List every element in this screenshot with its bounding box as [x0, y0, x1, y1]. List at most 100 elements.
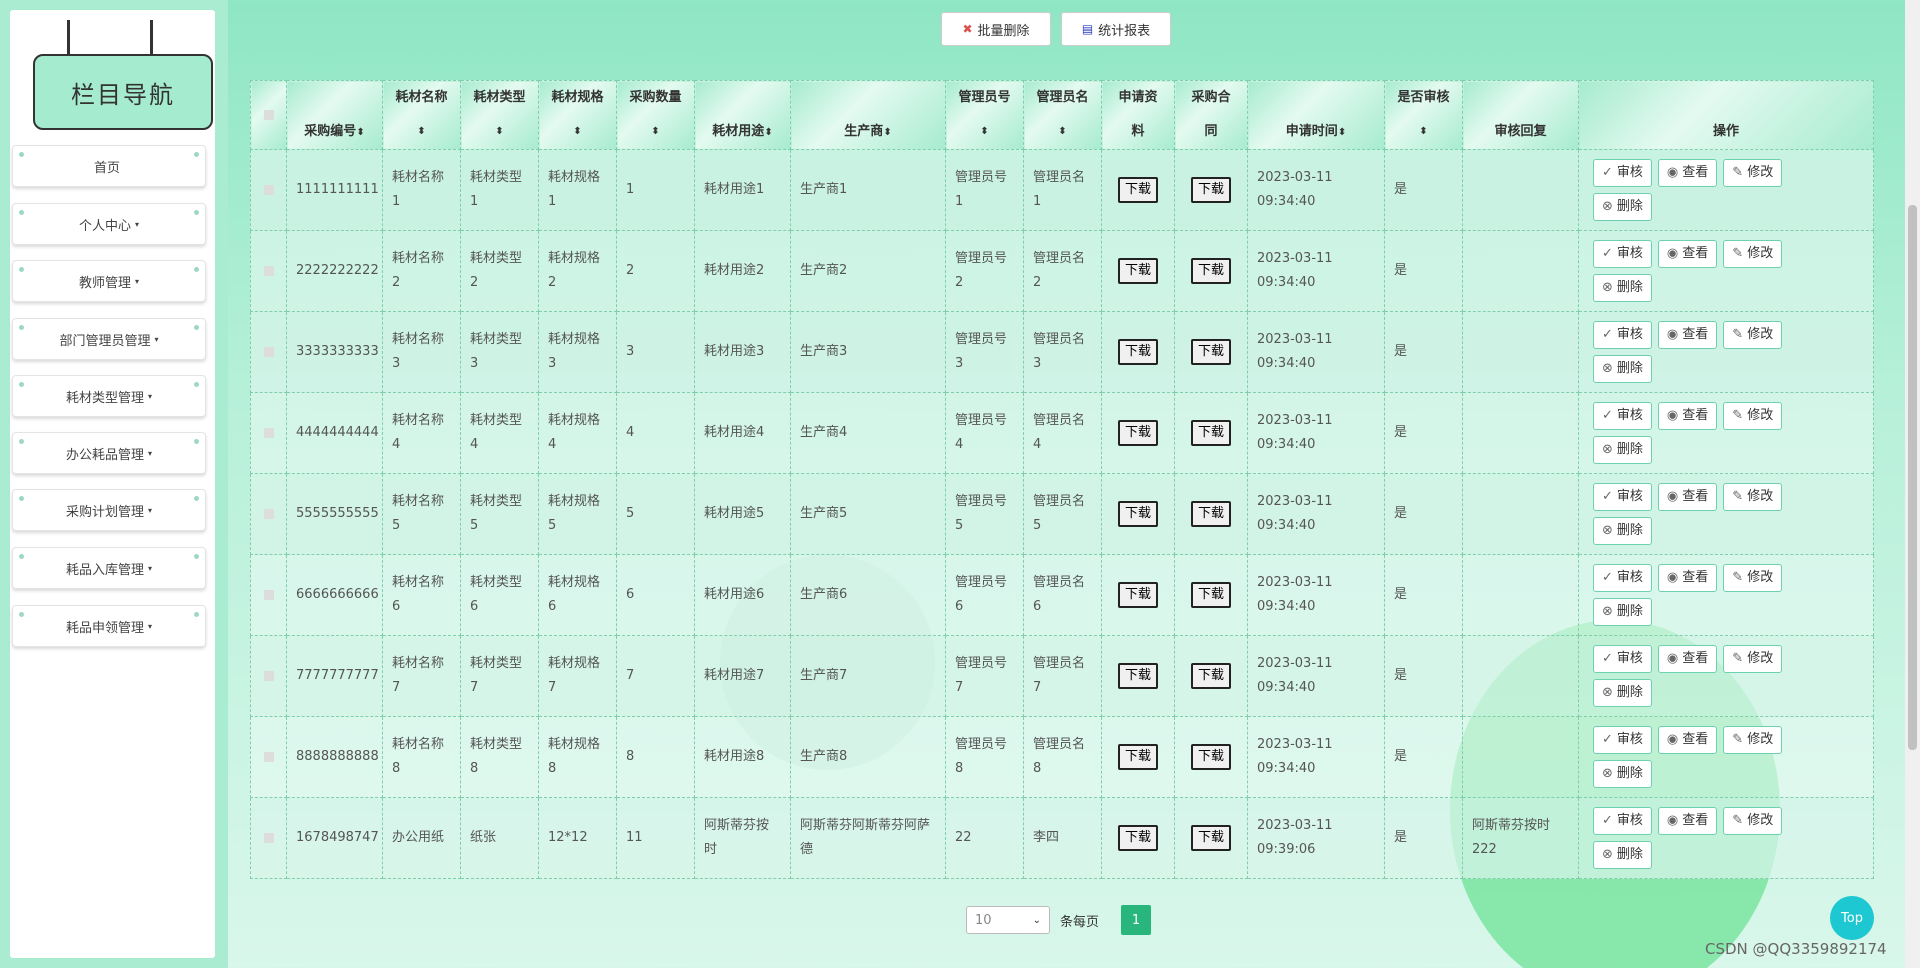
row-checkbox[interactable] [250, 554, 287, 636]
column-header-admin-name[interactable]: 管理员名 ⬍ [1023, 80, 1102, 150]
edit-button[interactable]: ✎ 修改 [1723, 240, 1783, 268]
audit-button[interactable]: ✓ 审核 [1593, 483, 1652, 511]
delete-button[interactable]: ⊗ 删除 [1593, 274, 1652, 302]
column-header-type[interactable]: 耗材类型 ⬍ [460, 80, 539, 150]
delete-button[interactable]: ⊗ 删除 [1593, 760, 1652, 788]
view-button[interactable]: ◉ 查看 [1657, 159, 1718, 187]
download-contract-button[interactable]: 下载 [1190, 582, 1231, 608]
download-contract-button[interactable]: 下载 [1190, 258, 1231, 284]
view-button[interactable]: ◉ 查看 [1657, 645, 1718, 673]
sort-icon[interactable]: ⬍ [470, 115, 529, 149]
audit-button[interactable]: ✓ 审核 [1593, 321, 1652, 349]
sidebar-item-purchase-plan-mgmt[interactable]: 采购计划管理 ▾ [12, 489, 206, 531]
sidebar-item-home[interactable]: 首页 [12, 145, 206, 187]
audit-button[interactable]: ✓ 审核 [1593, 564, 1652, 592]
download-contract-button[interactable]: 下载 [1190, 177, 1231, 203]
download-contract-button[interactable]: 下载 [1190, 420, 1231, 446]
download-application-button[interactable]: 下载 [1117, 582, 1158, 608]
download-application-button[interactable]: 下载 [1117, 663, 1158, 689]
back-to-top-button[interactable]: Top [1830, 896, 1874, 940]
sidebar-item-requisition-mgmt[interactable]: 耗品申领管理 ▾ [12, 605, 206, 647]
delete-button[interactable]: ⊗ 删除 [1593, 517, 1652, 545]
audit-button[interactable]: ✓ 审核 [1593, 240, 1652, 268]
audit-button[interactable]: ✓ 审核 [1593, 645, 1652, 673]
edit-button[interactable]: ✎ 修改 [1723, 726, 1783, 754]
column-header-qty[interactable]: 采购数量 ⬍ [616, 80, 695, 150]
download-contract-button[interactable]: 下载 [1190, 501, 1231, 527]
edit-button[interactable]: ✎ 修改 [1723, 807, 1783, 835]
column-header-audited[interactable]: 是否审核 ⬍ [1384, 80, 1463, 150]
delete-button[interactable]: ⊗ 删除 [1593, 193, 1652, 221]
download-contract-button[interactable]: 下载 [1190, 663, 1231, 689]
delete-button[interactable]: ⊗ 删除 [1593, 679, 1652, 707]
delete-button[interactable]: ⊗ 删除 [1593, 355, 1652, 383]
column-header-purchase-no[interactable]: 采购编号⬍ [286, 80, 383, 150]
download-application-button[interactable]: 下载 [1117, 825, 1158, 851]
audit-button[interactable]: ✓ 审核 [1593, 726, 1652, 754]
row-checkbox[interactable] [250, 473, 287, 555]
row-checkbox[interactable] [250, 716, 287, 798]
scrollbar[interactable] [1905, 0, 1920, 968]
view-button[interactable]: ◉ 查看 [1657, 240, 1718, 268]
sort-icon[interactable]: ⬍ [955, 115, 1014, 149]
row-checkbox[interactable] [250, 149, 287, 231]
audit-button[interactable]: ✓ 审核 [1593, 807, 1652, 835]
delete-button[interactable]: ⊗ 删除 [1593, 841, 1652, 869]
sidebar-item-dept-admin-mgmt[interactable]: 部门管理员管理 ▾ [12, 318, 206, 360]
download-application-button[interactable]: 下载 [1117, 339, 1158, 365]
view-button[interactable]: ◉ 查看 [1657, 807, 1718, 835]
download-contract-button[interactable]: 下载 [1190, 825, 1231, 851]
sort-icon[interactable]: ⬍ [626, 115, 685, 149]
audit-button[interactable]: ✓ 审核 [1593, 402, 1652, 430]
batch-delete-button[interactable]: ✖ 批量删除 [941, 12, 1051, 46]
sidebar-item-personal-center[interactable]: 个人中心 ▾ [12, 203, 206, 245]
column-header-spec[interactable]: 耗材规格 ⬍ [538, 80, 617, 150]
row-checkbox[interactable] [250, 311, 287, 393]
delete-button[interactable]: ⊗ 删除 [1593, 436, 1652, 464]
scrollbar-thumb[interactable] [1908, 205, 1917, 750]
download-application-button[interactable]: 下载 [1117, 258, 1158, 284]
sort-icon[interactable]: ⬍ [1033, 115, 1092, 149]
row-checkbox[interactable] [250, 635, 287, 717]
column-header-apply-time[interactable]: 申请时间⬍ [1247, 80, 1385, 150]
column-header-use[interactable]: 耗材用途⬍ [694, 80, 791, 150]
sidebar-item-teacher-mgmt[interactable]: 教师管理 ▾ [12, 260, 206, 302]
sort-icon[interactable]: ⬍ [548, 115, 607, 149]
edit-button[interactable]: ✎ 修改 [1723, 402, 1783, 430]
page-size-select[interactable]: 10 ⌄ [966, 906, 1050, 934]
edit-button[interactable]: ✎ 修改 [1723, 564, 1783, 592]
download-application-button[interactable]: 下载 [1117, 744, 1158, 770]
download-contract-button[interactable]: 下载 [1190, 744, 1231, 770]
sort-icon[interactable]: ⬍ [764, 127, 772, 138]
row-checkbox[interactable] [250, 230, 287, 312]
edit-button[interactable]: ✎ 修改 [1723, 321, 1783, 349]
column-header-maker[interactable]: 生产商⬍ [790, 80, 946, 150]
page-number-current[interactable]: 1 [1121, 905, 1151, 935]
select-all-checkbox[interactable] [250, 80, 287, 150]
sidebar-item-stock-in-mgmt[interactable]: 耗品入库管理 ▾ [12, 547, 206, 589]
column-header-name[interactable]: 耗材名称 ⬍ [382, 80, 461, 150]
download-application-button[interactable]: 下载 [1117, 501, 1158, 527]
report-button[interactable]: ▤ 统计报表 [1061, 12, 1171, 46]
column-header-admin-no[interactable]: 管理员号 ⬍ [945, 80, 1024, 150]
download-application-button[interactable]: 下载 [1117, 420, 1158, 446]
delete-button[interactable]: ⊗ 删除 [1593, 598, 1652, 626]
view-button[interactable]: ◉ 查看 [1657, 564, 1718, 592]
view-button[interactable]: ◉ 查看 [1657, 402, 1718, 430]
view-button[interactable]: ◉ 查看 [1657, 483, 1718, 511]
sort-icon[interactable]: ⬍ [883, 127, 891, 138]
sort-icon[interactable]: ⬍ [1338, 127, 1346, 138]
view-button[interactable]: ◉ 查看 [1657, 321, 1718, 349]
sidebar-item-consumable-type-mgmt[interactable]: 耗材类型管理 ▾ [12, 375, 206, 417]
sidebar-item-office-supplies-mgmt[interactable]: 办公耗品管理 ▾ [12, 432, 206, 474]
edit-button[interactable]: ✎ 修改 [1723, 645, 1783, 673]
edit-button[interactable]: ✎ 修改 [1723, 483, 1783, 511]
sort-icon[interactable]: ⬍ [392, 115, 451, 149]
view-button[interactable]: ◉ 查看 [1657, 726, 1718, 754]
sort-icon[interactable]: ⬍ [1394, 115, 1453, 149]
download-application-button[interactable]: 下载 [1117, 177, 1158, 203]
download-contract-button[interactable]: 下载 [1190, 339, 1231, 365]
edit-button[interactable]: ✎ 修改 [1723, 159, 1783, 187]
audit-button[interactable]: ✓ 审核 [1593, 159, 1652, 187]
row-checkbox[interactable] [250, 797, 287, 879]
